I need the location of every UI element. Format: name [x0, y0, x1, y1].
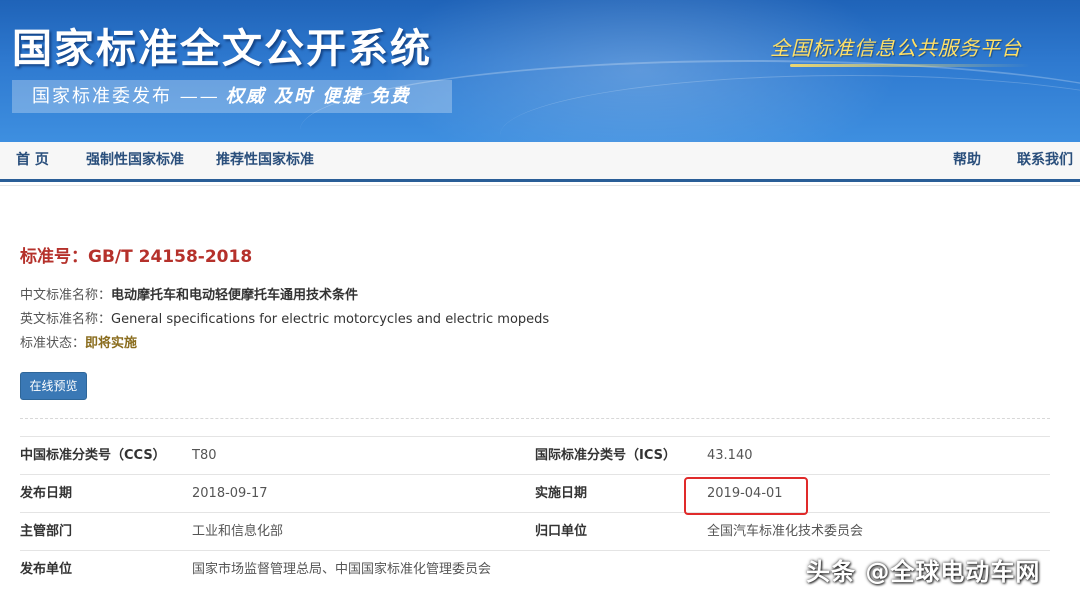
ics-label: 国际标准分类号（ICS）: [535, 448, 676, 463]
standard-number-heading: 标准号：GB/T 24158-2018: [20, 242, 252, 267]
site-subtitle: 国家标准委发布 —— 权威 及时 便捷 免费: [12, 80, 452, 113]
department-value: 工业和信息化部: [192, 524, 284, 539]
implement-date-label: 实施日期: [535, 486, 588, 501]
table-row: 中国标准分类号（CCS） T80 国际标准分类号（ICS） 43.140: [20, 436, 1050, 474]
table-row: 发布日期 2018-09-17 实施日期 2019-04-01: [20, 474, 1050, 512]
responsible-unit-label: 归口单位: [535, 524, 588, 539]
department-label: 主管部门: [20, 524, 73, 539]
en-name-line: 英文标准名称：General specifications for electr…: [20, 308, 549, 327]
publish-date-label: 发布日期: [20, 486, 73, 501]
implement-date-highlight: [684, 477, 808, 515]
platform-tagline: 全国标准信息公共服务平台: [770, 36, 1022, 60]
subtitle-text: 国家标准委发布 ——: [32, 86, 220, 107]
nav-home[interactable]: 首 页: [16, 142, 49, 179]
issuer-label: 发布单位: [20, 562, 73, 577]
section-divider: [20, 418, 1050, 419]
table-row: 主管部门 工业和信息化部 归口单位 全国汽车标准化技术委员会: [20, 512, 1050, 550]
cn-name-value: 电动摩托车和电动轻便摩托车通用技术条件: [111, 288, 359, 303]
responsible-unit-value: 全国汽车标准化技术委员会: [707, 524, 864, 539]
nav-mandatory-standards[interactable]: 强制性国家标准: [86, 142, 184, 179]
tagline-underline: [790, 64, 1030, 67]
watermark: 头条 @全球电动车网: [806, 558, 1041, 586]
status-line: 标准状态：即将实施: [20, 332, 137, 351]
standard-number-label: 标准号：: [20, 247, 88, 267]
en-name-value: General specifications for electric moto…: [111, 312, 550, 327]
online-preview-button[interactable]: 在线预览: [20, 372, 87, 400]
en-name-label: 英文标准名称：: [20, 312, 112, 327]
slogan-text: 权威 及时 便捷 免费: [225, 86, 411, 107]
header-banner: 国家标准全文公开系统 国家标准委发布 —— 权威 及时 便捷 免费 全国标准信息公…: [0, 0, 1080, 142]
nav-help[interactable]: 帮助: [953, 142, 981, 179]
cn-name-line: 中文标准名称：电动摩托车和电动轻便摩托车通用技术条件: [20, 284, 358, 303]
publish-date-value: 2018-09-17: [192, 486, 268, 501]
site-title: 国家标准全文公开系统: [12, 25, 432, 72]
ccs-value: T80: [192, 448, 217, 463]
nav-contact-us[interactable]: 联系我们: [1017, 142, 1073, 179]
main-navbar: 首 页 强制性国家标准 推荐性国家标准 帮助 联系我们: [0, 142, 1080, 182]
standard-detail-panel: 标准号：GB/T 24158-2018 中文标准名称：电动摩托车和电动轻便摩托车…: [0, 185, 1080, 599]
status-value: 即将实施: [85, 336, 138, 351]
cn-name-label: 中文标准名称：: [20, 288, 112, 303]
issuer-value: 国家市场监督管理总局、中国国家标准化管理委员会: [192, 562, 492, 577]
nav-recommended-standards[interactable]: 推荐性国家标准: [216, 142, 314, 179]
ccs-label: 中国标准分类号（CCS）: [20, 448, 166, 463]
ics-value: 43.140: [707, 448, 753, 463]
standard-number: GB/T 24158-2018: [88, 247, 253, 267]
status-label: 标准状态：: [20, 336, 86, 351]
